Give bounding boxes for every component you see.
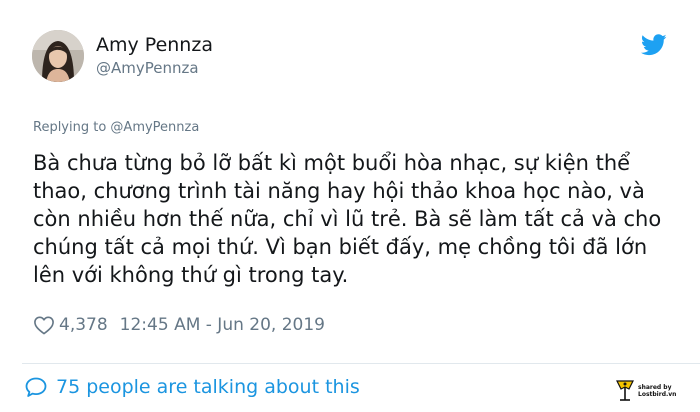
talking-label: 75 people are talking about this: [56, 376, 360, 398]
divider: [22, 363, 700, 364]
heart-icon[interactable]: [33, 315, 55, 335]
user-handle[interactable]: @AmyPennza: [96, 59, 199, 77]
lostbird-logo: [616, 380, 634, 401]
replying-to[interactable]: Replying to @AmyPennza: [33, 120, 199, 135]
watermark: shared by Lostbird.vn: [614, 376, 684, 406]
speech-bubble-icon: [25, 377, 47, 397]
talking-link[interactable]: 75 people are talking about this: [24, 374, 360, 400]
watermark-line-2: Lostbird.vn: [638, 391, 677, 398]
avatar-image: [32, 30, 84, 82]
twitter-bird-icon[interactable]: [641, 34, 667, 56]
tweet-text: Bà chưa từng bỏ lỡ bất kì một buổi hòa n…: [33, 151, 662, 287]
watermark-line-1: shared by: [638, 384, 672, 391]
tweet-meta: 4,378 12:45 AM - Jun 20, 2019: [33, 312, 325, 338]
user-name[interactable]: Amy Pennza: [96, 34, 213, 56]
like-count: 4,378: [59, 315, 108, 335]
avatar[interactable]: [32, 30, 84, 82]
timestamp[interactable]: 12:45 AM - Jun 20, 2019: [120, 315, 325, 335]
